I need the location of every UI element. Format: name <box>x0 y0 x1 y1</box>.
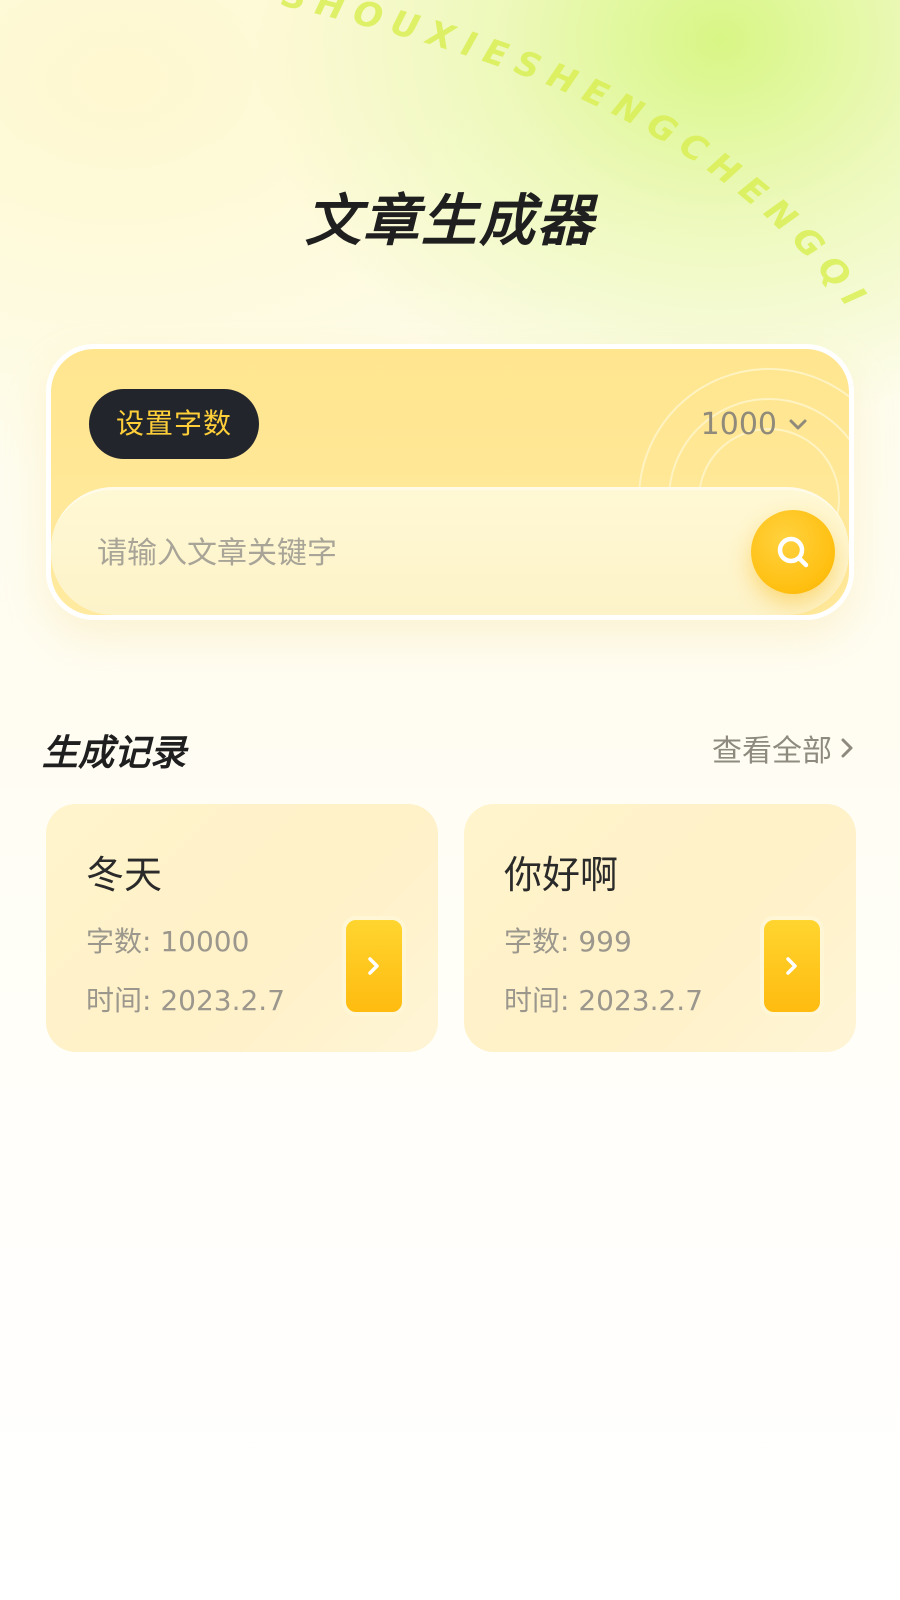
open-record-button[interactable] <box>760 916 824 1016</box>
page-title: 文章生成器 <box>305 189 595 254</box>
arc-text-content: SHOUXIESHENGCHENGQI <box>278 0 869 322</box>
chevron-right-icon <box>786 957 797 975</box>
record-word-count: 字数: 10000 <box>86 925 250 958</box>
view-all-label: 查看全部 <box>712 734 832 769</box>
record-title: 冬天 <box>86 853 163 897</box>
search-icon <box>777 536 809 568</box>
word-count-value: 1000 <box>700 406 777 442</box>
chevron-right-icon <box>841 738 853 758</box>
word-count-select[interactable]: 1000 <box>701 401 809 447</box>
record-card[interactable]: 冬天 字数: 10000 时间: 2023.2.7 <box>46 804 438 1052</box>
record-word-count: 字数: 999 <box>504 925 632 958</box>
view-all-link[interactable]: 查看全部 <box>712 726 856 770</box>
search-bar <box>51 487 849 615</box>
generator-card: 设置字数 1000 <box>46 344 854 620</box>
search-button[interactable] <box>751 510 835 594</box>
record-title: 你好啊 <box>504 853 619 897</box>
record-time: 时间: 2023.2.7 <box>504 984 704 1017</box>
section-title-records: 生成记录 <box>42 733 187 774</box>
open-record-button[interactable] <box>342 916 406 1016</box>
keyword-input[interactable] <box>97 518 697 588</box>
chevron-down-icon <box>789 419 807 430</box>
svg-text:SHOUXIESHENGCHENGQI: SHOUXIESHENGCHENGQI <box>278 0 879 322</box>
chevron-right-icon <box>368 957 379 975</box>
set-word-count-button[interactable]: 设置字数 <box>89 389 259 459</box>
record-card[interactable]: 你好啊 字数: 999 时间: 2023.2.7 <box>464 804 856 1052</box>
record-time: 时间: 2023.2.7 <box>86 984 286 1017</box>
